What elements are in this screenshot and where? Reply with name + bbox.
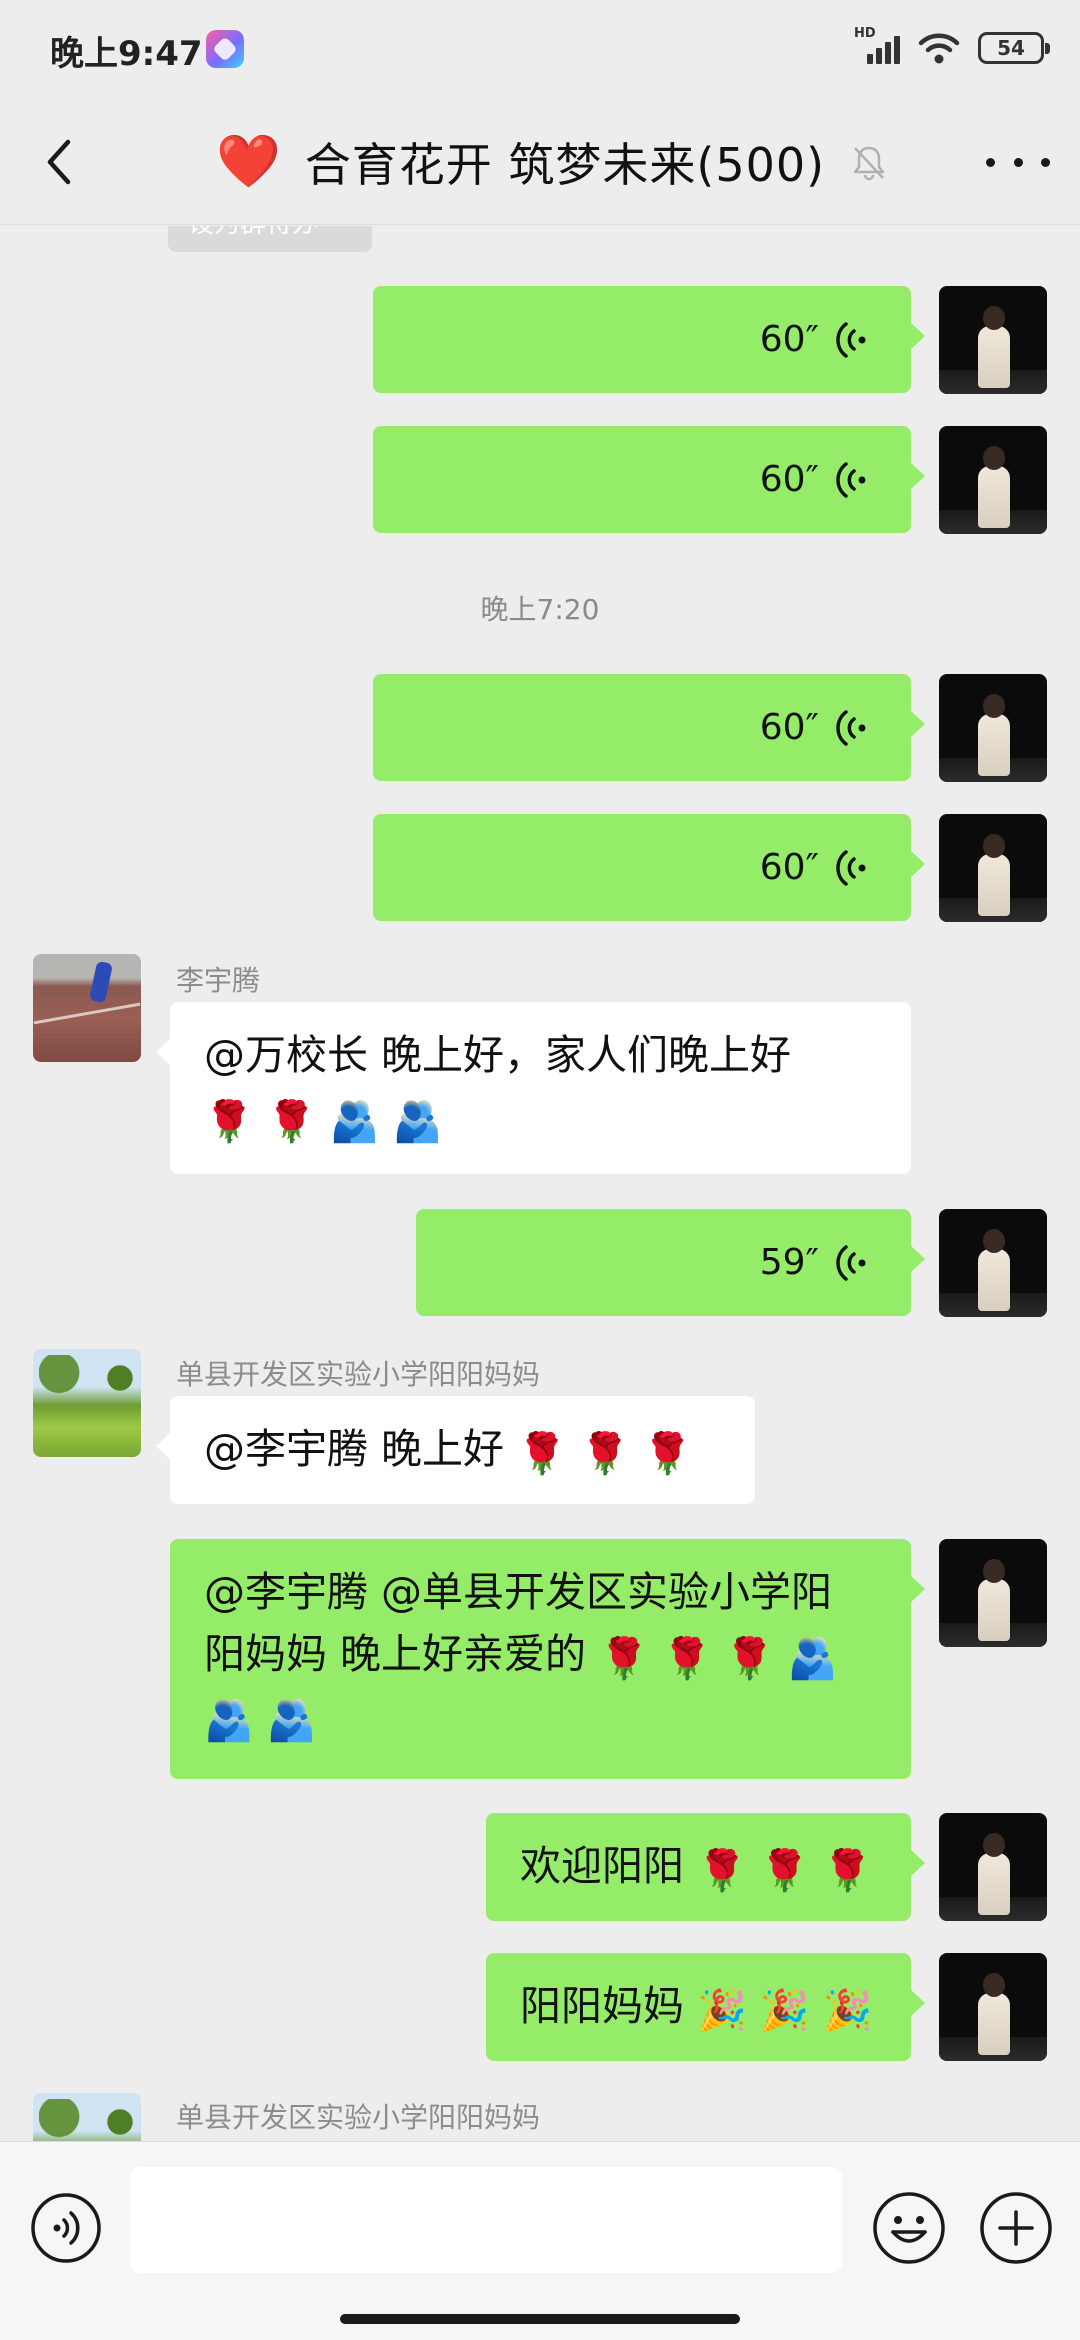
app-notification-icon <box>206 30 244 68</box>
input-bar <box>0 2141 1080 2340</box>
avatar[interactable] <box>33 954 141 1062</box>
plus-icon[interactable] <box>978 2190 1054 2266</box>
voice-duration: 59″ <box>759 1241 819 1283</box>
rose-emoji: 🌹 <box>266 1099 317 1145</box>
avatar[interactable] <box>939 1209 1047 1317</box>
hug-emoji: 🫂 <box>204 1698 254 1744</box>
hug-emoji: 🫂 <box>392 1099 443 1145</box>
rose-emoji: 🌹 <box>599 1636 649 1682</box>
rose-emoji: 🌹 <box>579 1431 630 1477</box>
avatar[interactable] <box>939 426 1047 534</box>
voice-mode-icon[interactable] <box>29 2191 103 2265</box>
voice-wave-icon <box>836 321 866 358</box>
text-message[interactable]: 阳阳妈妈 🎉 🎉 🎉 <box>486 1953 925 2061</box>
message-text: @李宇腾 晚上好 <box>204 1425 505 1473</box>
status-bar: 晚上9:47 HD 54 <box>0 0 1080 100</box>
message-timestamp: 晚上7:20 <box>480 593 600 626</box>
voice-message[interactable]: 60″ <box>373 674 925 781</box>
party-emoji: 🎉 <box>759 1988 810 2034</box>
signal-icon: HD <box>854 26 900 66</box>
sender-name: 单县开发区实验小学阳阳妈妈 <box>176 1358 541 1391</box>
text-message[interactable]: @李宇腾 晚上好 🌹 🌹 🌹 <box>156 1396 755 1504</box>
message-list[interactable]: 设为群待办 60″ 60″ 晚上7:20 60″ <box>0 226 1080 2141</box>
todo-tag: 设为群待办 <box>168 226 372 252</box>
more-icon[interactable] <box>986 140 1050 184</box>
mute-icon <box>853 146 885 181</box>
text-message[interactable]: 欢迎阳阳 🌹 🌹 🌹 <box>486 1813 925 1921</box>
status-time: 晚上9:47 <box>50 34 203 74</box>
hug-emoji: 🫂 <box>787 1636 838 1682</box>
message-text: 阳阳妈妈 <box>520 1982 684 2030</box>
text-message[interactable]: @李宇腾 @单县开发区实验小学阳 阳妈妈 晚上好亲爱的 🌹 🌹 🌹 🫂 🫂 🫂 <box>170 1539 925 1779</box>
chat-header: ❤️ 合育花开 筑梦未来(500) <box>0 100 1080 225</box>
avatar[interactable] <box>939 674 1047 782</box>
hug-emoji: 🫂 <box>266 1698 317 1744</box>
sender-name: 单县开发区实验小学阳阳妈妈 <box>176 2101 541 2134</box>
back-arrow-icon[interactable] <box>30 132 90 192</box>
rose-emoji: 🌹 <box>204 1099 254 1145</box>
rose-emoji: 🌹 <box>697 1848 747 1894</box>
sender-name: 李宇腾 <box>176 964 261 997</box>
voice-message[interactable]: 60″ <box>373 814 925 921</box>
avatar[interactable] <box>939 1953 1047 2061</box>
avatar[interactable] <box>939 814 1047 922</box>
message-text: @李宇腾 @单县开发区实验小学阳 <box>204 1568 833 1616</box>
avatar[interactable] <box>939 1539 1047 1647</box>
chat-title-group: ❤️ 合育花开 筑梦未来(500) <box>216 130 889 194</box>
party-emoji: 🎉 <box>822 1988 873 2034</box>
voice-duration: 60″ <box>759 318 819 360</box>
rose-emoji: 🌹 <box>822 1848 873 1894</box>
home-indicator[interactable] <box>340 2314 740 2324</box>
wifi-icon <box>918 33 960 64</box>
voice-duration: 60″ <box>759 706 819 748</box>
avatar[interactable] <box>939 1813 1047 1921</box>
voice-message[interactable]: 60″ <box>373 426 925 533</box>
chat-screen: 晚上9:47 HD 54 ❤️ 合育花开 筑梦未来(500) 60″ 60″ 晚… <box>0 0 1080 2340</box>
party-emoji: 🎉 <box>697 1988 747 2034</box>
avatar[interactable] <box>33 2093 141 2141</box>
message-input[interactable] <box>130 2167 842 2273</box>
hug-emoji: 🫂 <box>329 1099 380 1145</box>
chat-title[interactable]: 合育花开 筑梦未来(500) <box>305 129 825 195</box>
battery-icon: 54 <box>978 32 1050 64</box>
voice-duration: 60″ <box>759 458 819 500</box>
rose-emoji: 🌹 <box>724 1636 775 1682</box>
message-text: @万校长 晚上好，家人们晚上好 <box>204 1031 792 1079</box>
voice-wave-icon <box>836 849 866 886</box>
text-message[interactable]: @万校长 晚上好，家人们晚上好 🌹 🌹 🫂 🫂 <box>156 1002 911 1174</box>
voice-wave-icon <box>836 1244 866 1281</box>
voice-message[interactable]: 59″ <box>416 1209 925 1316</box>
rose-emoji: 🌹 <box>759 1848 810 1894</box>
status-icons: HD 54 <box>854 26 1050 68</box>
rose-emoji: 🌹 <box>517 1431 567 1477</box>
voice-wave-icon <box>836 709 866 746</box>
rose-emoji: 🌹 <box>661 1636 712 1682</box>
message-text: 阳妈妈 晚上好亲爱的 <box>204 1630 587 1678</box>
avatar[interactable] <box>939 286 1047 394</box>
heart-emoji: ❤️ <box>216 132 281 192</box>
avatar[interactable] <box>33 1349 141 1457</box>
voice-message[interactable]: 60″ <box>373 286 925 393</box>
rose-emoji: 🌹 <box>642 1431 693 1477</box>
voice-duration: 60″ <box>759 846 819 888</box>
emoji-icon[interactable] <box>871 2190 947 2266</box>
message-text: 欢迎阳阳 <box>520 1842 684 1890</box>
voice-wave-icon <box>836 461 866 498</box>
